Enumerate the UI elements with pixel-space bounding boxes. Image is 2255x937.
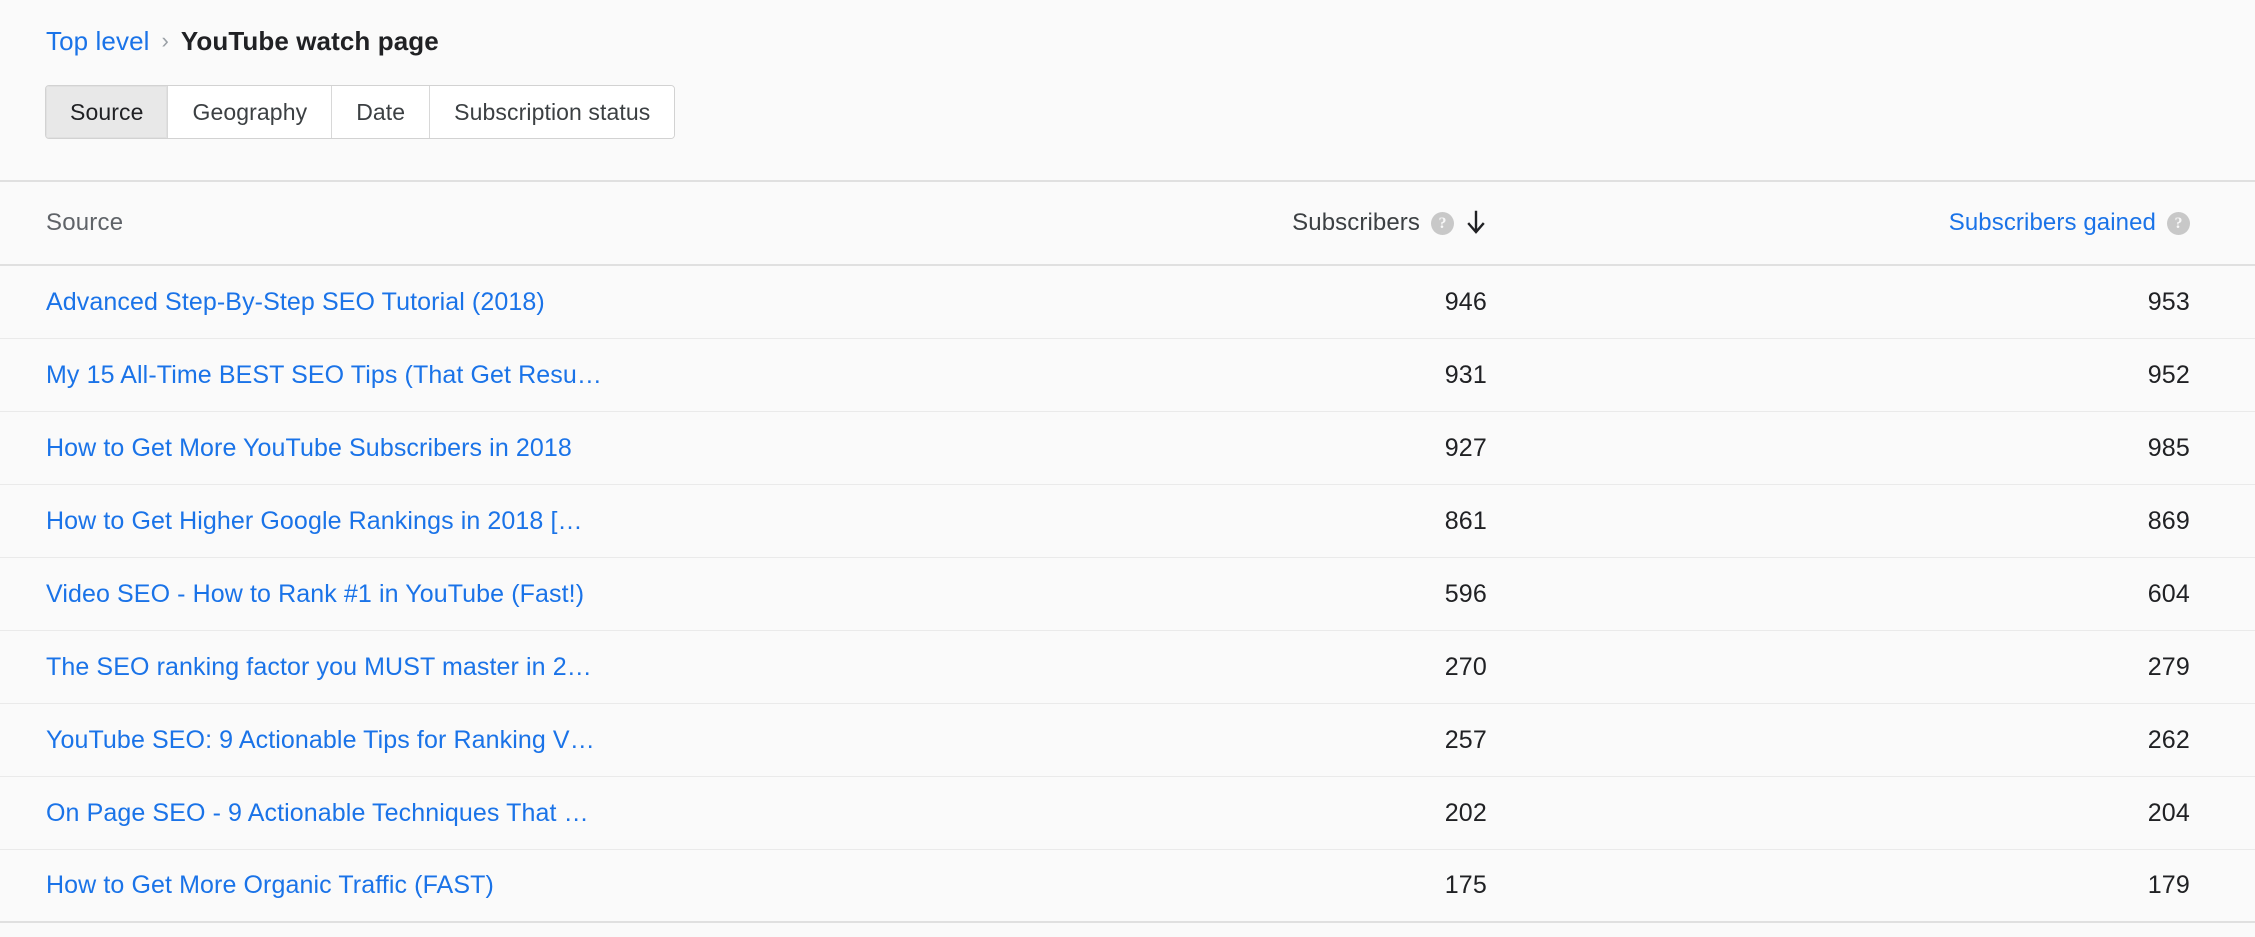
table-row: How to Get More Organic Traffic (FAST) 1… [0,850,2255,923]
table-cell-subscribers: 202 [1444,798,1487,827]
table-row: On Page SEO - 9 Actionable Techniques Th… [0,777,2255,850]
table-cell-subscribers-gained: 204 [2147,798,2190,827]
table-cell-source: Video SEO - How to Rank #1 in YouTube (F… [0,580,1150,609]
table-cell-source: YouTube SEO: 9 Actionable Tips for Ranki… [0,726,1150,755]
column-header-subscribers-label[interactable]: Subscribers [1292,209,1420,237]
analytics-table-page: Top level › YouTube watch page Source Ge… [0,0,2255,937]
table-cell-subscribers: 257 [1444,725,1487,754]
breadcrumb-top-level-link[interactable]: Top level [46,26,150,56]
source-link[interactable]: How to Get More YouTube Subscribers in 2… [46,434,572,462]
table-cell-source: How to Get More YouTube Subscribers in 2… [0,434,1150,463]
tab-date[interactable]: Date [332,86,431,138]
source-link[interactable]: Advanced Step-By-Step SEO Tutorial (2018… [46,288,545,316]
table-row: Advanced Step-By-Step SEO Tutorial (2018… [0,266,2255,339]
traffic-source-table: Source Subscribers ? Subscribers gained … [0,180,2255,923]
breadcrumb-current-page: YouTube watch page [180,26,439,56]
table-cell-subscribers: 946 [1444,287,1487,316]
table-cell-subscribers-gained: 952 [2147,360,2190,389]
column-header-source-label: Source [46,209,124,236]
source-link[interactable]: On Page SEO - 9 Actionable Techniques Th… [46,799,589,827]
table-cell-subscribers-gained: 262 [2147,725,2190,754]
table-cell-subscribers: 927 [1444,433,1487,462]
tab-source[interactable]: Source [46,86,169,138]
table-cell-subscribers-gained: 604 [2147,579,2190,608]
column-header-source: Source [0,209,1150,237]
table-cell-source: The SEO ranking factor you MUST master i… [0,653,1150,682]
source-link[interactable]: How to Get More Organic Traffic (FAST) [46,871,494,899]
source-link[interactable]: How to Get Higher Google Rankings in 201… [46,507,583,535]
table-cell-subscribers-gained: 869 [2147,506,2190,535]
breadcrumb-separator-icon: › [161,28,169,53]
table-cell-source: On Page SEO - 9 Actionable Techniques Th… [0,799,1150,828]
breadcrumb: Top level › YouTube watch page [0,0,2255,56]
sort-descending-icon[interactable] [1465,210,1487,236]
table-row: How to Get Higher Google Rankings in 201… [0,485,2255,558]
table-row: The SEO ranking factor you MUST master i… [0,631,2255,704]
table-row: YouTube SEO: 9 Actionable Tips for Ranki… [0,704,2255,777]
tab-geography[interactable]: Geography [168,86,333,138]
table-cell-subscribers-gained: 279 [2147,652,2190,681]
table-cell-source: How to Get More Organic Traffic (FAST) [0,871,1150,900]
table-cell-subscribers: 175 [1444,871,1487,899]
table-cell-source: My 15 All-Time BEST SEO Tips (That Get R… [0,361,1150,390]
dimension-tabbar: Source Geography Date Subscription statu… [45,85,676,139]
source-link[interactable]: The SEO ranking factor you MUST master i… [46,653,592,681]
help-icon[interactable]: ? [2167,211,2190,235]
table-cell-subscribers: 596 [1444,579,1487,608]
table-cell-subscribers-gained: 953 [2147,287,2190,316]
table-cell-subscribers: 270 [1444,652,1487,681]
column-header-subscribers-gained[interactable]: Subscribers gained ? [1540,209,2255,237]
table-header-row: Source Subscribers ? Subscribers gained … [0,182,2255,266]
source-link[interactable]: YouTube SEO: 9 Actionable Tips for Ranki… [46,726,595,754]
table-row: Video SEO - How to Rank #1 in YouTube (F… [0,558,2255,631]
table-cell-subscribers-gained: 985 [2147,433,2190,462]
column-header-subscribers-gained-label[interactable]: Subscribers gained [1949,209,2156,237]
tab-subscription-status[interactable]: Subscription status [430,86,675,138]
table-row: My 15 All-Time BEST SEO Tips (That Get R… [0,339,2255,412]
source-link[interactable]: My 15 All-Time BEST SEO Tips (That Get R… [46,361,602,389]
table-cell-subscribers-gained: 179 [2147,871,2190,899]
source-link[interactable]: Video SEO - How to Rank #1 in YouTube (F… [46,580,584,608]
table-cell-source: Advanced Step-By-Step SEO Tutorial (2018… [0,288,1150,317]
help-icon[interactable]: ? [1431,211,1454,235]
table-cell-source: How to Get Higher Google Rankings in 201… [0,507,1150,536]
column-header-subscribers[interactable]: Subscribers ? [1150,209,1540,237]
table-cell-subscribers: 861 [1444,506,1487,535]
table-cell-subscribers: 931 [1444,360,1487,389]
table-row: How to Get More YouTube Subscribers in 2… [0,412,2255,485]
